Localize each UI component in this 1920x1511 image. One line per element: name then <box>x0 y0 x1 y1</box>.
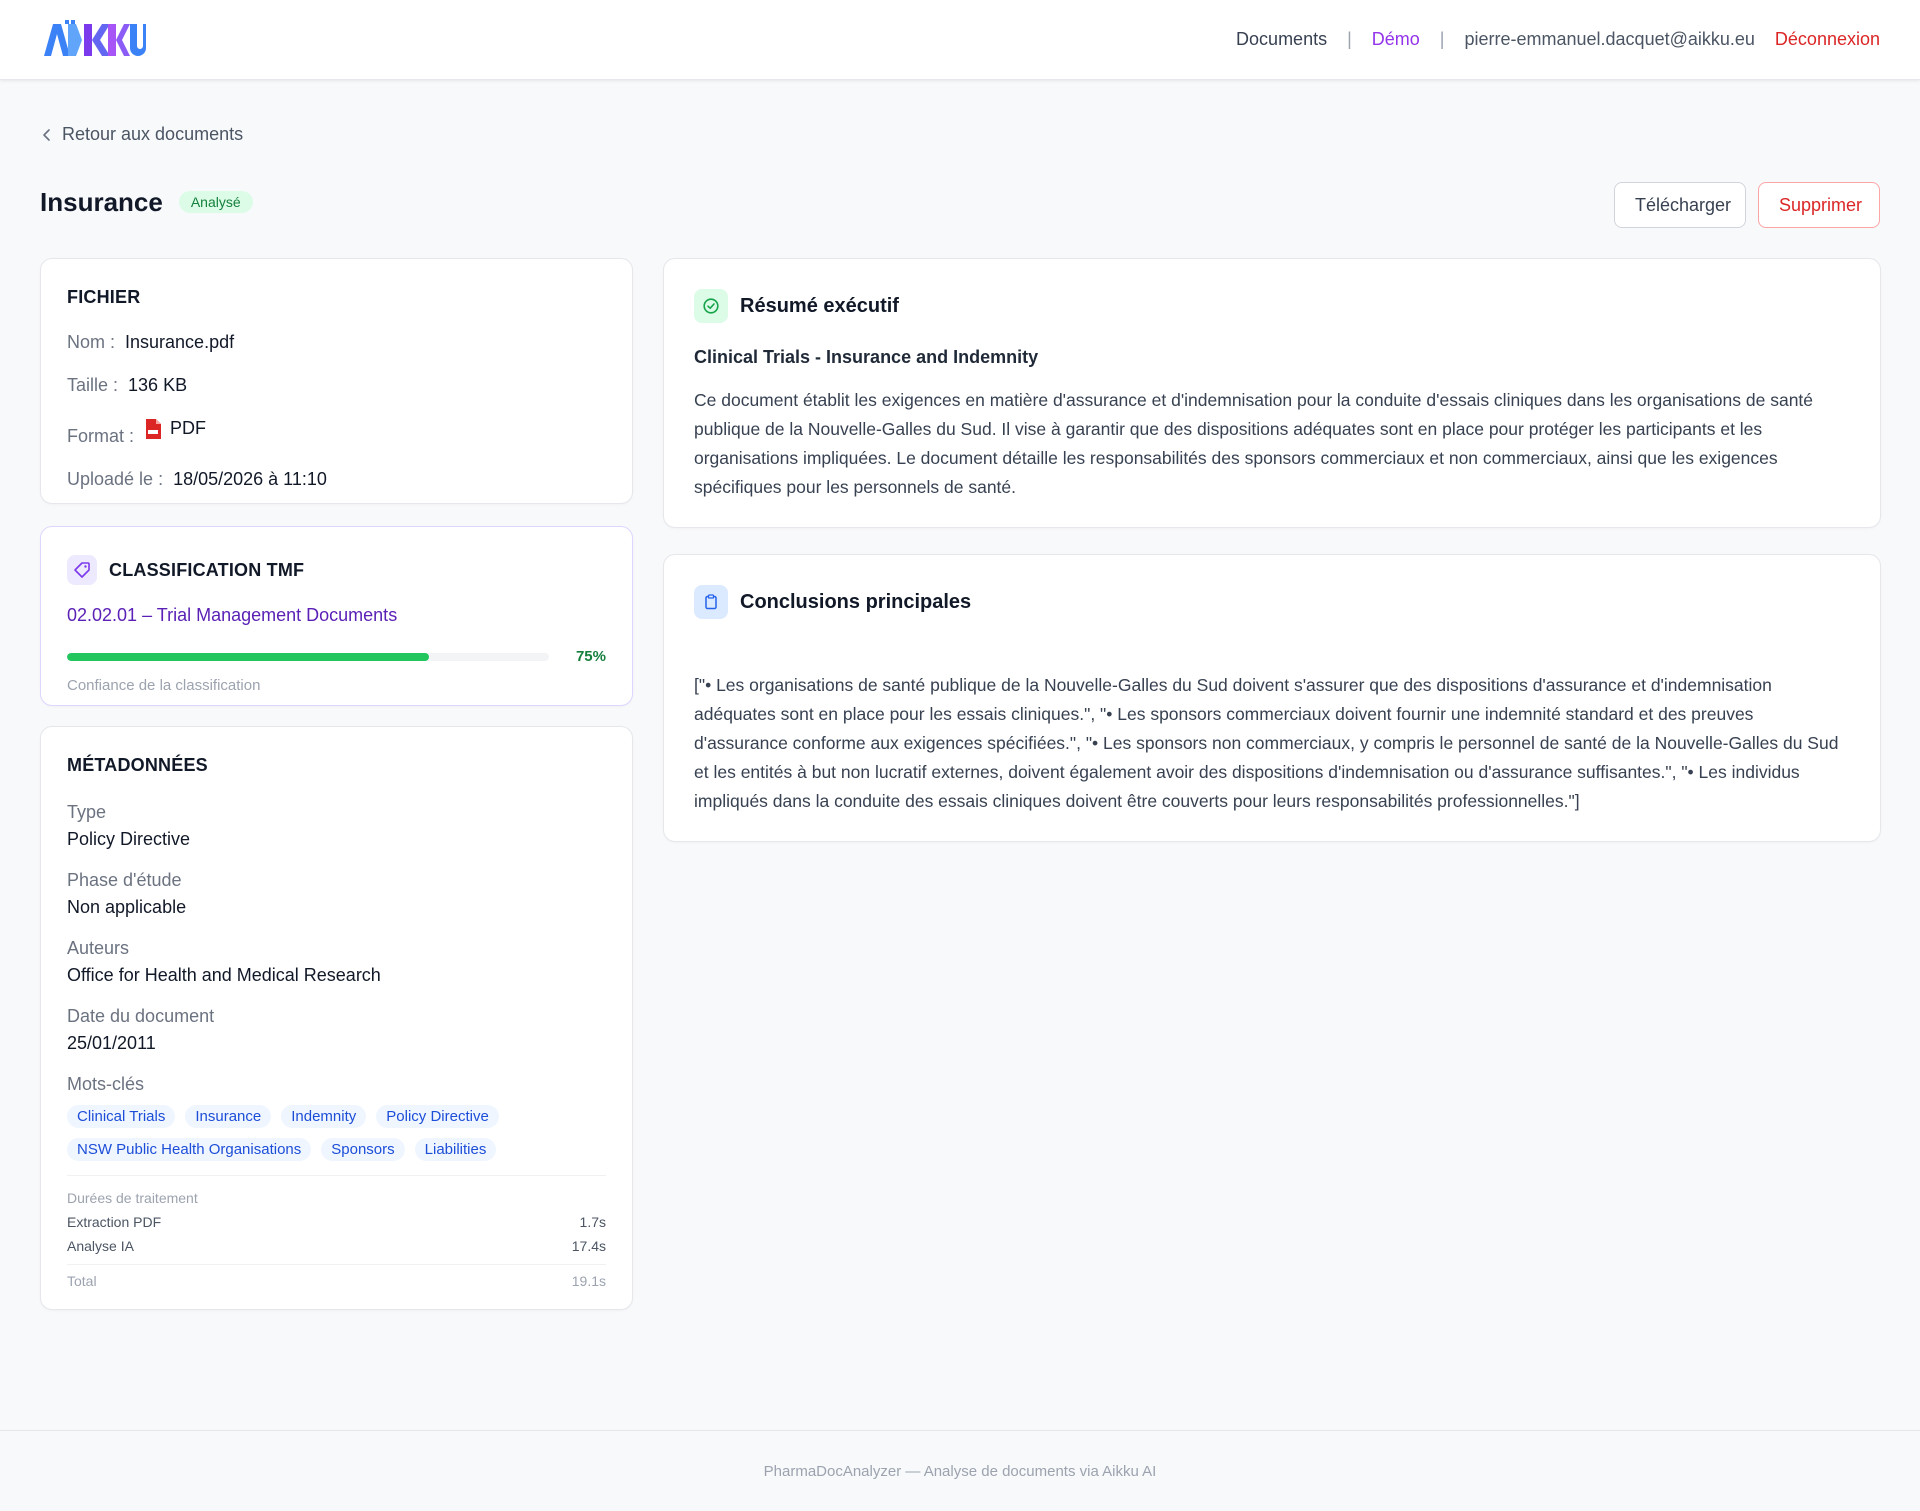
timing-pdf-label: Extraction PDF <box>67 1214 162 1230</box>
keyword-tag: Policy Directive <box>376 1105 499 1128</box>
summary-title: Résumé exécutif <box>740 294 899 317</box>
executive-summary-card: Résumé exécutif Clinical Trials - Insura… <box>663 258 1881 528</box>
conclusions-card: Conclusions principales ["• Les organisa… <box>663 554 1881 842</box>
keyword-tag: Sponsors <box>321 1138 405 1161</box>
main-nav: Documents | Démo | pierre-emmanuel.dacqu… <box>1236 29 1880 50</box>
phase-label: Phase d'étude <box>67 870 182 890</box>
tmf-classification-card: CLASSIFICATION TMF 02.02.01 – Trial Mana… <box>40 526 633 706</box>
keyword-tag: Liabilities <box>414 1138 497 1161</box>
file-card: FICHIER Nom : Insurance.pdf Taille : 136… <box>40 258 633 504</box>
file-size-value: 136 KB <box>128 375 188 395</box>
footer-text: PharmaDocAnalyzer — Analyse de documents… <box>763 1462 1157 1480</box>
type-value: Policy Directive <box>67 829 191 849</box>
nav-documents-link[interactable]: Documents <box>1236 29 1327 50</box>
file-size-label: Taille : <box>67 375 119 395</box>
check-circle-icon <box>694 289 728 323</box>
keywords-label: Mots-clés <box>67 1074 145 1094</box>
confidence-progress-fill <box>67 652 429 661</box>
file-uploaded-label: Uploadé le : <box>67 469 164 489</box>
timing-row-total: Total 19.1s <box>67 1264 606 1289</box>
timing-ai-label: Analyse IA <box>67 1238 134 1254</box>
timings-title: Durées de traitement <box>67 1190 198 1206</box>
confidence-progress-bar <box>67 652 549 661</box>
file-uploaded-value: 18/05/2026 à 11:10 <box>173 469 327 489</box>
aikku-logo-mark <box>44 19 146 56</box>
file-section-title: FICHIER <box>67 287 141 307</box>
tmf-code: 02.02.01 – Trial Management Documents <box>67 605 398 625</box>
download-button[interactable]: Télécharger <box>1614 182 1746 228</box>
back-to-documents-link[interactable]: Retour aux documents <box>42 124 243 145</box>
document-actions: Télécharger Supprimer <box>1614 182 1880 228</box>
tmf-section-title: CLASSIFICATION TMF <box>109 559 305 580</box>
page-footer: PharmaDocAnalyzer — Analyse de documents… <box>0 1430 1920 1511</box>
file-name-value: Insurance.pdf <box>125 332 235 352</box>
type-label: Type <box>67 802 107 822</box>
status-badge: Analysé <box>178 191 253 213</box>
nav-separator: | <box>1347 29 1352 49</box>
user-email: pierre-emmanuel.dacquet@aikku.eu <box>1464 29 1755 49</box>
authors-value: Office for Health and Medical Research <box>67 965 381 985</box>
confidence-caption: Confiance de la classification <box>67 677 261 694</box>
file-format-value: PDF <box>170 418 207 438</box>
delete-button[interactable]: Supprimer <box>1758 182 1880 228</box>
keyword-tag: Insurance <box>185 1105 272 1128</box>
conclusions-title: Conclusions principales <box>740 590 972 613</box>
confidence-percent: 75% <box>575 648 606 665</box>
timing-total-label: Total <box>67 1273 97 1289</box>
pdf-file-icon <box>146 418 162 439</box>
file-uploaded-row: Uploadé le : 18/05/2026 à 11:10 <box>67 469 606 490</box>
summary-text: Ce document établit les exigences en mat… <box>694 390 1814 497</box>
title-row: Insurance Analysé Télécharger Supprimer <box>40 182 1880 228</box>
file-name-row: Nom : Insurance.pdf <box>67 332 606 353</box>
file-format-label: Format : <box>67 426 135 446</box>
phase-value: Non applicable <box>67 897 187 917</box>
file-name-label: Nom : <box>67 332 116 352</box>
confidence-row: 75% <box>67 648 606 665</box>
document-date-value: 25/01/2011 <box>67 1033 156 1053</box>
timing-row-pdf: Extraction PDF 1.7s <box>67 1214 606 1230</box>
nav-separator: | <box>1439 29 1445 49</box>
tag-icon <box>67 555 97 585</box>
timing-ai-value: 17.4s <box>571 1238 606 1254</box>
nav-demo-link[interactable]: Démo <box>1372 29 1420 50</box>
page-title: Insurance <box>40 186 163 217</box>
aikku-logo[interactable] <box>44 19 146 60</box>
timing-pdf-value: 1.7s <box>579 1214 606 1230</box>
metadata-section-title: MÉTADONNÉES <box>67 755 208 775</box>
authors-label: Auteurs <box>67 938 130 958</box>
keywords-list: Clinical Trials Insurance Indemnity Poli… <box>67 1105 507 1161</box>
metadata-divider <box>67 1175 606 1176</box>
keyword-tag: Clinical Trials <box>67 1105 176 1128</box>
conclusions-text: ["• Les organisations de santé publique … <box>694 675 1839 811</box>
summary-subtitle: Clinical Trials - Insurance and Indemnit… <box>694 347 1039 367</box>
document-date-label: Date du document <box>67 1006 215 1026</box>
chevron-left-icon <box>43 128 50 141</box>
timing-total-value: 19.1s <box>571 1273 606 1289</box>
timing-row-ai: Analyse IA 17.4s <box>67 1238 606 1254</box>
keyword-tag: NSW Public Health Organisations <box>67 1138 312 1161</box>
file-format-row: Format : PDF <box>67 418 606 447</box>
back-link-label: Retour aux documents <box>62 124 244 144</box>
clipboard-icon <box>694 585 728 619</box>
file-format-value-wrap: PDF <box>144 418 206 440</box>
file-size-row: Taille : 136 KB <box>67 375 606 396</box>
logout-link[interactable]: Déconnexion <box>1775 29 1880 50</box>
keyword-tag: Indemnity <box>281 1105 367 1128</box>
top-header: Documents | Démo | pierre-emmanuel.dacqu… <box>0 0 1920 80</box>
metadata-card: MÉTADONNÉES Type Policy Directive Phase … <box>40 726 633 1310</box>
